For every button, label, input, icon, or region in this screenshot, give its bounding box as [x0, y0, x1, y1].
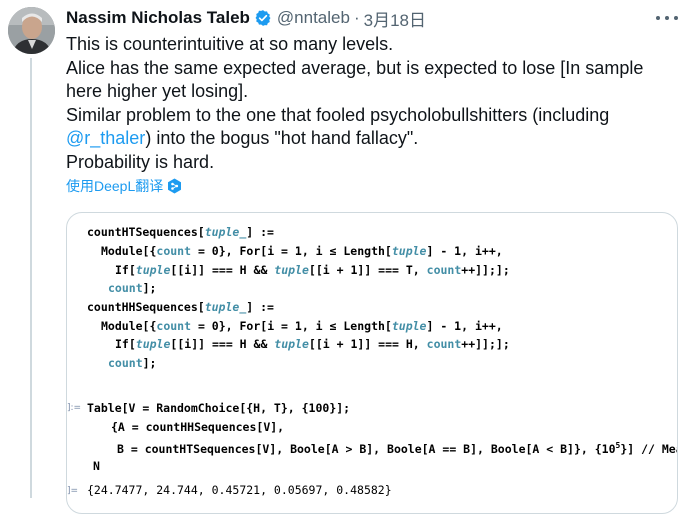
table-line-2: {A = countHHSequences[V], — [111, 420, 285, 434]
def1-body-2: If[tuple[[i]] === H && tuple[[i + 1]] ==… — [115, 263, 510, 277]
header-separator: · — [353, 8, 360, 27]
def2-body-2: If[tuple[[i]] === H && tuple[[i + 1]] ==… — [115, 337, 510, 351]
table-line-4: N — [93, 459, 100, 473]
tweet-date[interactable]: 3月18日 — [364, 6, 426, 31]
output-cell-label: ]= — [67, 486, 79, 496]
def1-body-3: count]; — [108, 281, 157, 295]
tweet-line: This is counterintuitive at so many leve… — [66, 34, 394, 54]
verified-badge-icon — [254, 9, 272, 27]
translate-label: 使用DeepL翻译 — [66, 178, 164, 194]
translate-link[interactable]: 使用DeepL翻译 — [66, 176, 182, 196]
more-options-icon[interactable] — [656, 9, 678, 27]
tweet-line: Alice has the same expected average, but… — [66, 57, 644, 78]
table-line-3: B = countHTSequences[V], Boole[A > B], B… — [117, 441, 677, 456]
tweet-header: Nassim Nicholas Taleb @nntaleb · 3月18日 — [66, 6, 626, 30]
def1-body-1: Module[{count = 0}, For[i = 1, i ≤ Lengt… — [101, 244, 503, 258]
def1-head: countHTSequences[tuple_] := — [87, 225, 274, 239]
tweet-line: @r_thaler) into the bogus "hot hand fall… — [66, 127, 666, 151]
tweet-line: here higher yet losing]. — [66, 81, 249, 101]
thread-line — [30, 58, 32, 498]
input-cell-label: ]:= — [67, 403, 82, 413]
def2-head: countHHSequences[tuple_] := — [87, 300, 274, 314]
tweet-line-tail: into the bogus "hot hand fallacy". — [156, 128, 419, 148]
author-handle[interactable]: @nntaleb — [277, 8, 350, 28]
dot-icon — [674, 16, 678, 20]
mention-close-paren: ) — [145, 128, 152, 148]
table-line-1: Table[V = RandomChoice[{H, T}, {100}]; — [87, 401, 351, 415]
author-name[interactable]: Nassim Nicholas Taleb — [66, 8, 250, 28]
mention-link[interactable]: @r_thaler — [66, 128, 145, 148]
tweet-text: This is counterintuitive at so many leve… — [66, 33, 666, 174]
dot-icon — [665, 16, 669, 20]
def2-body-3: count]; — [108, 356, 157, 370]
tweet-line: Probability is hard. — [66, 151, 215, 172]
def2-body-1: Module[{count = 0}, For[i = 1, i ≤ Lengt… — [101, 319, 503, 333]
code-image-card[interactable]: countHTSequences[tuple_] := Module[{coun… — [66, 212, 678, 514]
tweet-line: Similar problem to the one that fooled p… — [66, 104, 610, 125]
deepl-icon — [167, 178, 182, 194]
output-line: {24.7477, 24.744, 0.45721, 0.05697, 0.48… — [87, 483, 392, 497]
dot-icon — [656, 16, 660, 20]
avatar[interactable] — [8, 7, 55, 54]
